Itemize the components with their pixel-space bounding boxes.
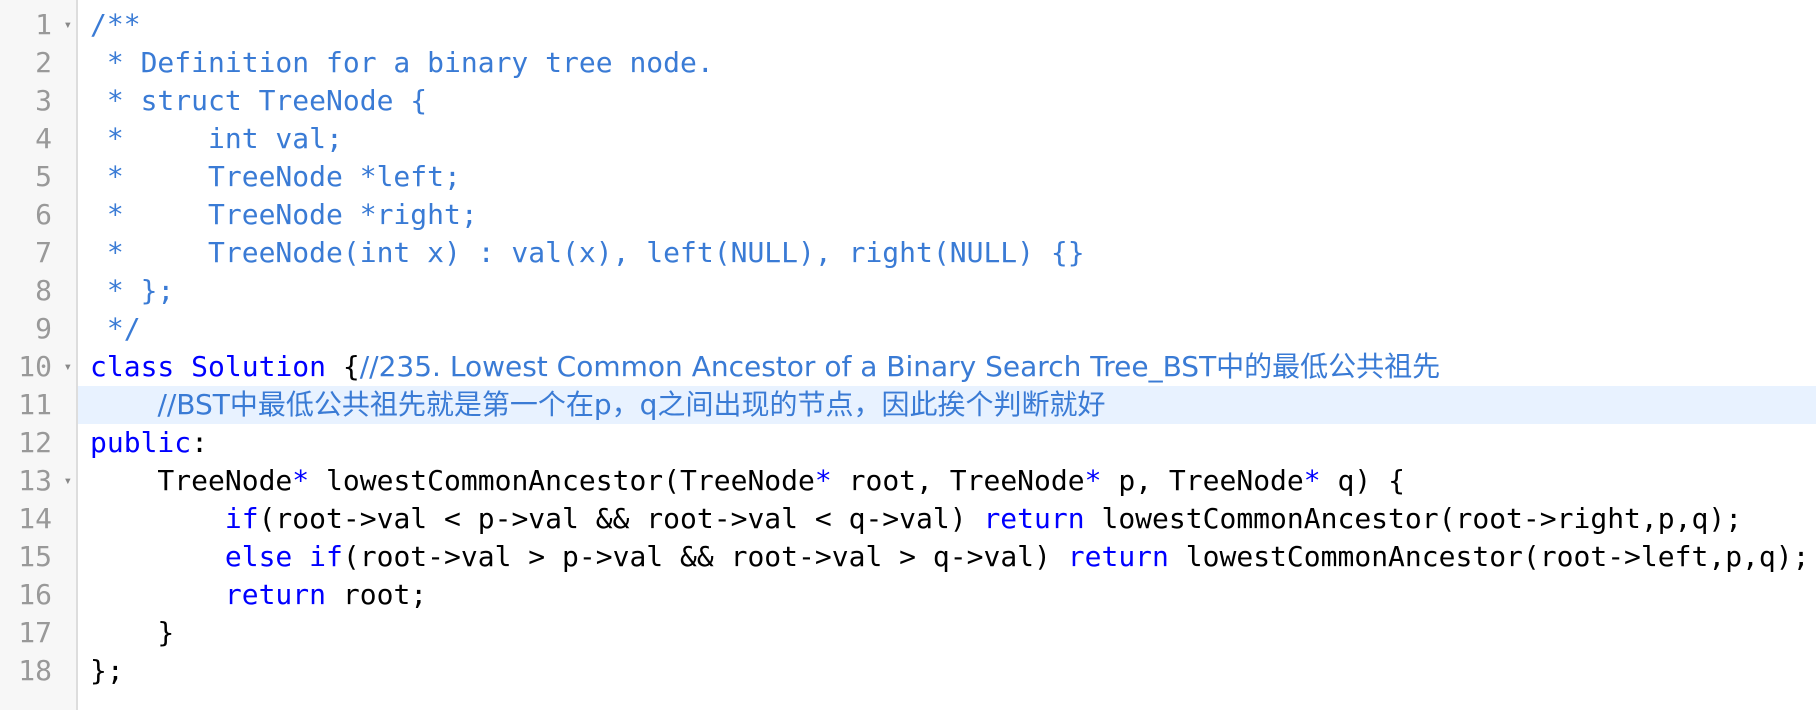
line-number: 11 <box>18 388 52 421</box>
keyword-token: if <box>224 502 259 535</box>
code-line[interactable]: /** <box>78 6 1816 44</box>
line-number: 18 <box>18 654 52 687</box>
code-line[interactable]: } <box>78 614 1816 652</box>
fold-arrow-icon[interactable]: ▾ <box>64 6 72 44</box>
code-token: lowestCommonAncestor(root->left,p,q); <box>1168 540 1810 573</box>
code-line[interactable]: return root; <box>78 576 1816 614</box>
code-line[interactable]: * TreeNode(int x) : val(x), left(NULL), … <box>78 234 1816 272</box>
indent-token <box>90 502 225 535</box>
code-token: (root->val > p->val && root->val > q->va… <box>342 540 1068 573</box>
code-token: root; <box>326 578 428 611</box>
code-token: (root->val < p->val && root->val < q->va… <box>258 502 984 535</box>
indent-token <box>90 578 225 611</box>
line-number: 13 ▾ <box>0 462 76 500</box>
code-editor[interactable]: 1 ▾ 2 3 4 5 6 7 8 9 10 ▾ 11 12 13 ▾ 14 15 1… <box>0 0 1816 710</box>
keyword-token: return <box>983 502 1085 535</box>
operator-token: * <box>292 464 310 497</box>
line-number: 10 ▾ <box>0 348 76 386</box>
keyword-token: return <box>224 578 327 611</box>
line-number: 6 <box>35 198 52 231</box>
line-number: 2 <box>35 46 52 79</box>
code-line[interactable]: * Definition for a binary tree node. <box>78 44 1816 82</box>
code-token: lowestCommonAncestor(root->right,p,q); <box>1084 502 1743 535</box>
class-name-token: Solution <box>174 350 343 383</box>
operator-token: * <box>1084 464 1102 497</box>
code-token: p, TreeNode <box>1101 464 1304 497</box>
code-line-active[interactable]: //BST中最低公共祖先就是第一个在p，q之间出现的节点，因此挨个判断就好 <box>78 386 1816 424</box>
comment-token: //BST中最低公共祖先就是第一个在p，q之间出现的节点，因此挨个判断就好 <box>157 388 1106 421</box>
brace-token: { <box>342 350 360 383</box>
line-number: 7 <box>35 236 52 269</box>
code-area[interactable]: /** * Definition for a binary tree node.… <box>78 0 1816 710</box>
code-line[interactable]: if(root->val < p->val && root->val < q->… <box>78 500 1816 538</box>
code-token: TreeNode <box>90 464 293 497</box>
keyword-token: class <box>90 350 175 383</box>
code-line[interactable]: * TreeNode *left; <box>78 158 1816 196</box>
line-number: 14 <box>18 502 52 535</box>
code-line[interactable]: public: <box>78 424 1816 462</box>
line-number: 9 <box>35 312 52 345</box>
keyword-token: return <box>1067 540 1169 573</box>
line-number-gutter: 1 ▾ 2 3 4 5 6 7 8 9 10 ▾ 11 12 13 ▾ 14 15 1… <box>0 0 78 710</box>
keyword-token: public <box>90 426 192 459</box>
code-token: lowestCommonAncestor(TreeNode <box>309 464 815 497</box>
line-number: 12 <box>18 426 52 459</box>
indent-token <box>90 540 225 573</box>
code-line[interactable]: * struct TreeNode { <box>78 82 1816 120</box>
code-token: q) { <box>1320 464 1405 497</box>
line-number: 5 <box>35 160 52 193</box>
code-line[interactable]: */ <box>78 310 1816 348</box>
fold-arrow-icon[interactable]: ▾ <box>64 348 72 386</box>
code-line[interactable]: class Solution {//235. Lowest Common Anc… <box>78 348 1816 386</box>
code-line[interactable]: * TreeNode *right; <box>78 196 1816 234</box>
code-line[interactable]: * int val; <box>78 120 1816 158</box>
keyword-token: else if <box>224 540 343 573</box>
line-number: 15 <box>18 540 52 573</box>
comment-token: //235. Lowest Common Ancestor of a Binar… <box>359 350 1441 383</box>
line-number: 17 <box>18 616 52 649</box>
indent-token <box>90 388 157 421</box>
code-token: root, TreeNode <box>831 464 1085 497</box>
operator-token: * <box>1303 464 1321 497</box>
code-line[interactable]: * }; <box>78 272 1816 310</box>
code-line[interactable]: else if(root->val > p->val && root->val … <box>78 538 1816 576</box>
line-number: 1 ▾ <box>0 6 76 44</box>
code-line[interactable]: TreeNode* lowestCommonAncestor(TreeNode*… <box>78 462 1816 500</box>
punctuation-token: : <box>191 426 209 459</box>
operator-token: * <box>814 464 832 497</box>
line-number: 16 <box>18 578 52 611</box>
fold-arrow-icon[interactable]: ▾ <box>64 462 72 500</box>
line-number: 3 <box>35 84 52 117</box>
line-number: 4 <box>35 122 52 155</box>
line-number: 8 <box>35 274 52 307</box>
code-line[interactable]: }; <box>78 652 1816 690</box>
